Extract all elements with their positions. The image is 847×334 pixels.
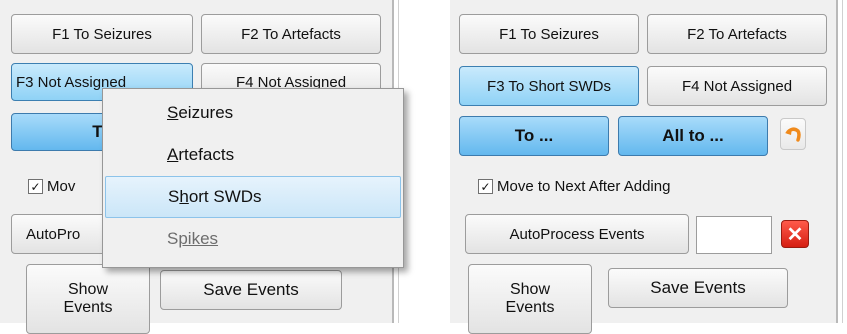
menu-item-seizures-label: eizures xyxy=(178,103,234,122)
event-count-field[interactable] xyxy=(696,216,772,254)
checkmark-icon[interactable]: ✓ xyxy=(478,179,493,194)
checkmark-icon[interactable]: ✓ xyxy=(28,179,43,194)
undo-arrow-glyph xyxy=(785,127,801,142)
menu-item-spikes: Spikes xyxy=(105,218,401,260)
f3-to-short-swds-button[interactable]: F3 To Short SWDs xyxy=(459,66,639,106)
menu-item-spikes-first: S xyxy=(167,229,179,248)
show-events-line1: Show xyxy=(509,281,551,298)
menu-item-short-swds-mnemonic: h xyxy=(179,187,189,206)
f2-to-artefacts-button[interactable]: F2 To Artefacts xyxy=(201,14,381,54)
menu-item-short-swds-prefix: S xyxy=(168,187,180,206)
f2-to-artefacts-button[interactable]: F2 To Artefacts xyxy=(647,14,827,54)
autoprocess-events-button[interactable]: AutoProcess Events xyxy=(465,214,689,254)
show-events-line2: Events xyxy=(505,299,555,316)
move-next-label: Move to Next After Adding xyxy=(497,178,671,195)
menu-item-spikes-label: pikes xyxy=(178,229,219,248)
menu-item-artefacts-label: rtefacts xyxy=(178,145,235,164)
undo-arrow-icon[interactable] xyxy=(780,118,806,150)
move-next-checkbox-row[interactable]: ✓ Move to Next After Adding xyxy=(478,178,670,195)
f1-to-seizures-button[interactable]: F1 To Seizures xyxy=(459,14,639,54)
f4-not-assigned-button[interactable]: F4 Not Assigned xyxy=(647,66,827,106)
all-to-button[interactable]: All to ... xyxy=(618,116,768,156)
assign-context-menu: Seizures Artefacts Sh ort SWDs Spikes xyxy=(102,88,404,268)
save-events-button[interactable]: Save Events xyxy=(608,268,788,308)
menu-item-short-swds[interactable]: Sh ort SWDs xyxy=(105,176,401,218)
menu-item-seizures-mnemonic: S xyxy=(167,103,179,122)
move-next-checkbox-row[interactable]: ✓ Mov xyxy=(28,178,75,195)
right-panel-divider xyxy=(836,0,838,323)
menu-item-artefacts[interactable]: Artefacts xyxy=(105,134,401,176)
show-events-button[interactable]: Show Events xyxy=(26,264,150,334)
show-events-button[interactable]: Show Events xyxy=(468,264,592,334)
right-panel: F1 To Seizures F2 To Artefacts F3 To Sho… xyxy=(450,0,836,334)
to-button[interactable]: To ... xyxy=(459,116,609,156)
menu-item-seizures[interactable]: Seizures xyxy=(105,92,401,134)
save-events-button[interactable]: Save Events xyxy=(160,270,342,310)
f1-to-seizures-button[interactable]: F1 To Seizures xyxy=(11,14,193,54)
move-next-label: Mov xyxy=(47,178,76,195)
show-events-line1: Show xyxy=(67,281,109,298)
show-events-line2: Events xyxy=(63,299,113,316)
menu-item-artefacts-mnemonic: A xyxy=(167,145,179,164)
right-panel-edge xyxy=(842,0,843,323)
close-icon[interactable]: ✕ xyxy=(781,220,809,248)
menu-item-short-swds-label: ort SWDs xyxy=(188,187,262,206)
